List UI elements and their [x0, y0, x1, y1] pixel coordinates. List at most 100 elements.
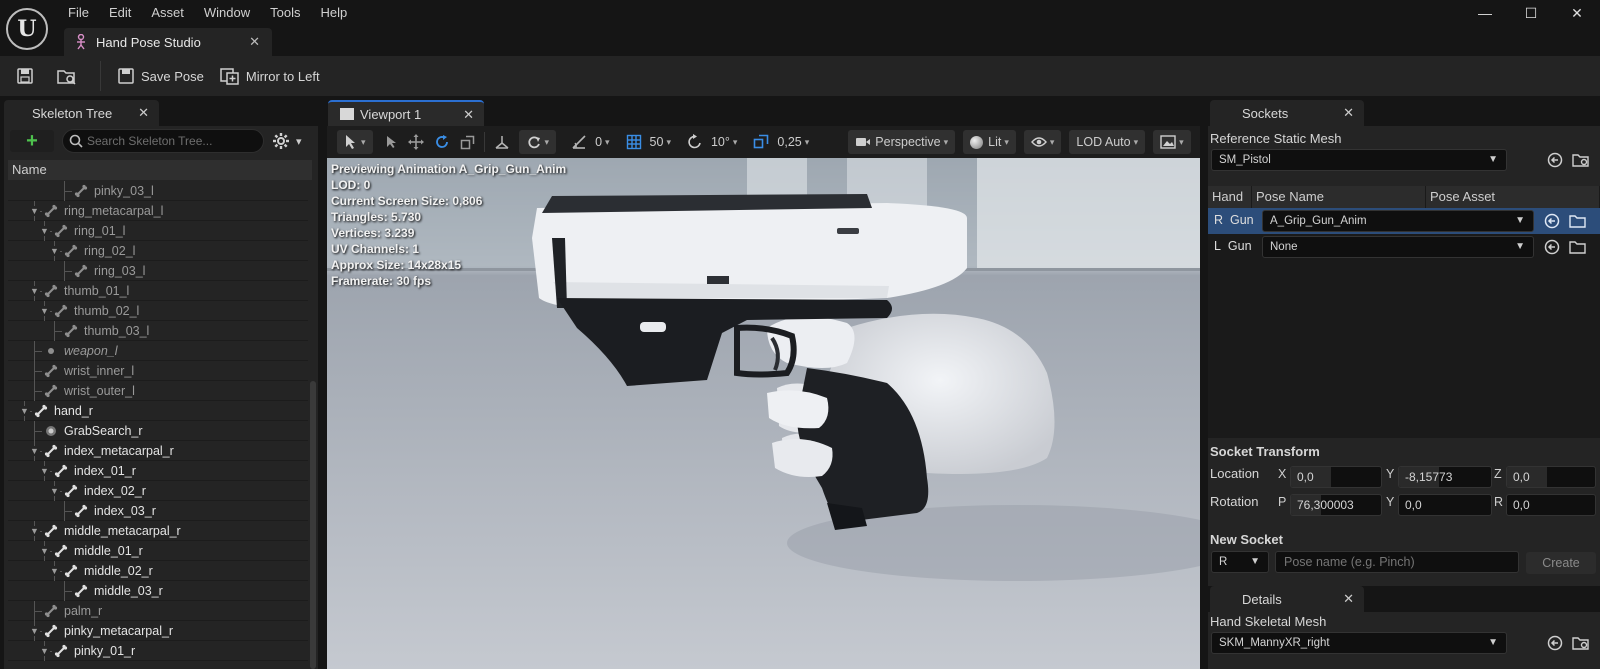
use-selected-asset-icon[interactable] — [1542, 211, 1562, 231]
skeleton-tree-item[interactable]: wrist_inner_l — [8, 361, 308, 381]
menu-window[interactable]: Window — [194, 3, 260, 23]
skeleton-tree-item[interactable]: GrabSearch_r — [8, 421, 308, 441]
tab-viewport[interactable]: Viewport 1 ✕ — [328, 100, 484, 126]
tab-skeleton-tree[interactable]: Skeleton Tree ✕ — [4, 100, 159, 126]
expand-caret-icon[interactable]: ▼ — [40, 645, 50, 656]
new-socket-name-input[interactable] — [1276, 552, 1518, 572]
hand-skeletal-mesh-combo[interactable]: SKM_MannyXR_right ▼ — [1211, 632, 1507, 654]
browse-asset-icon[interactable] — [1568, 211, 1588, 231]
skeleton-tree-item[interactable]: ▼ middle_02_r — [8, 561, 308, 581]
rotate-tool-icon[interactable] — [429, 130, 455, 154]
location-y-input[interactable]: -8,15773 — [1398, 466, 1492, 488]
show-flags-dropdown[interactable]: ▾ — [1023, 130, 1062, 154]
column-pose-name[interactable]: Pose Name — [1252, 186, 1426, 208]
perspective-dropdown[interactable]: Perspective ▾ — [848, 130, 956, 154]
scale-tool-icon[interactable] — [455, 130, 480, 154]
skeleton-tree-item[interactable]: ▼ thumb_01_l — [8, 281, 308, 301]
expand-caret-icon[interactable]: ▼ — [50, 245, 60, 256]
scale-snap-button[interactable]: 0,25 ▾ — [748, 130, 814, 154]
column-pose-asset[interactable]: Pose Asset — [1426, 186, 1600, 208]
rotation-snap-button[interactable]: 10° ▾ — [682, 130, 742, 154]
add-bone-button[interactable]: + — [10, 130, 54, 152]
skeleton-tree-item[interactable]: palm_r — [8, 601, 308, 621]
save-pose-button[interactable]: Save Pose — [109, 61, 212, 91]
menu-help[interactable]: Help — [310, 3, 357, 23]
skeleton-column-header[interactable]: Name — [8, 160, 312, 180]
skeleton-tree-item[interactable]: ▼ middle_metacarpal_r — [8, 521, 308, 541]
mirror-to-left-button[interactable]: Mirror to Left — [212, 61, 328, 91]
use-selected-asset-icon[interactable] — [1545, 150, 1565, 170]
expand-caret-icon[interactable]: ▼ — [30, 285, 40, 296]
rotation-p-input[interactable]: 76,300003 — [1290, 494, 1382, 516]
skeleton-tree-item[interactable]: ▼ middle_01_r — [8, 541, 308, 561]
skeleton-tree-item[interactable]: middle_03_r — [8, 581, 308, 601]
skeleton-tree-item[interactable]: weapon_l — [8, 341, 308, 361]
use-selected-asset-icon[interactable] — [1545, 633, 1565, 653]
menu-tools[interactable]: Tools — [260, 3, 310, 23]
lit-dropdown[interactable]: Lit ▾ — [963, 130, 1016, 154]
skeleton-settings-button[interactable]: ▾ — [272, 131, 312, 151]
close-icon[interactable]: ✕ — [249, 34, 260, 50]
skeleton-tree-item[interactable]: ▼ index_02_r — [8, 481, 308, 501]
close-icon[interactable]: ✕ — [1343, 105, 1354, 121]
use-selected-asset-icon[interactable] — [1542, 237, 1562, 257]
create-socket-button[interactable]: Create — [1526, 552, 1596, 574]
coordinate-space-icon[interactable] — [489, 130, 515, 154]
skeleton-tree-item[interactable]: ▼ ring_01_l — [8, 221, 308, 241]
skeleton-tree-item[interactable]: thumb_03_l — [8, 321, 308, 341]
expand-caret-icon[interactable]: ▼ — [40, 225, 50, 236]
menu-asset[interactable]: Asset — [141, 3, 194, 23]
location-x-input[interactable]: 0,0 — [1290, 466, 1382, 488]
window-close-icon[interactable]: ✕ — [1554, 0, 1600, 26]
expand-caret-icon[interactable]: ▼ — [50, 565, 60, 576]
menu-file[interactable]: File — [58, 3, 99, 23]
close-icon[interactable]: ✕ — [1343, 591, 1354, 607]
browse-asset-icon[interactable] — [1571, 150, 1591, 170]
new-socket-name-field[interactable] — [1275, 551, 1519, 573]
select-mode-button[interactable]: ▾ — [337, 130, 373, 154]
close-icon[interactable]: ✕ — [138, 105, 149, 121]
expand-caret-icon[interactable]: ▼ — [40, 305, 50, 316]
skeleton-tree-item[interactable]: ▼ thumb_02_l — [8, 301, 308, 321]
tab-sockets[interactable]: Sockets ✕ — [1210, 100, 1364, 126]
skeleton-tree-scrollbar[interactable] — [310, 381, 316, 669]
skeleton-tree-item[interactable]: ▼ hand_r — [8, 401, 308, 421]
skeleton-tree-item[interactable]: ▼ ring_02_l — [8, 241, 308, 261]
tab-details[interactable]: Details ✕ — [1210, 586, 1364, 612]
rotation-r-input[interactable]: 0,0 — [1506, 494, 1596, 516]
expand-caret-icon[interactable]: ▼ — [40, 465, 50, 476]
skeleton-search-input[interactable] — [87, 133, 257, 149]
expand-caret-icon[interactable]: ▼ — [30, 525, 40, 536]
skeleton-tree-item[interactable]: ▼ index_metacarpal_r — [8, 441, 308, 461]
skeleton-tree-item[interactable]: ▼ pinky_metacarpal_r — [8, 621, 308, 641]
save-icon[interactable] — [8, 61, 48, 91]
reference-static-mesh-combo[interactable]: SM_Pistol ▼ — [1211, 149, 1507, 171]
pose-asset-combo[interactable]: A_Grip_Gun_Anim ▼ — [1262, 210, 1534, 232]
expand-caret-icon[interactable]: ▼ — [30, 625, 40, 636]
select-tool-icon[interactable] — [381, 130, 403, 154]
close-icon[interactable]: ✕ — [463, 107, 474, 123]
skeleton-tree-item[interactable]: index_03_r — [8, 501, 308, 521]
maximize-icon[interactable]: ☐ — [1508, 0, 1554, 26]
menu-edit[interactable]: Edit — [99, 3, 141, 23]
translate-tool-icon[interactable] — [403, 130, 429, 154]
skeleton-tree-item[interactable]: ▼ ring_metacarpal_l — [8, 201, 308, 221]
location-z-input[interactable]: 0,0 — [1506, 466, 1596, 488]
skeleton-tree-item[interactable]: wrist_outer_l — [8, 381, 308, 401]
viewport-3d[interactable]: Previewing Animation A_Grip_Gun_Anim LOD… — [327, 158, 1200, 669]
unreal-logo-icon[interactable]: U — [6, 8, 48, 50]
pose-asset-combo[interactable]: None ▼ — [1262, 236, 1534, 258]
skeleton-tree-item[interactable]: ring_03_l — [8, 261, 308, 281]
rotation-y-input[interactable]: 0,0 — [1398, 494, 1492, 516]
browse-asset-icon[interactable] — [48, 61, 92, 91]
expand-caret-icon[interactable]: ▼ — [20, 405, 30, 416]
grid-snap-button[interactable]: 50 ▾ — [621, 130, 676, 154]
skeleton-tree-item[interactable]: ▼ pinky_01_r — [8, 641, 308, 661]
minimize-icon[interactable]: — — [1462, 0, 1508, 26]
lod-dropdown[interactable]: LOD Auto ▾ — [1069, 130, 1146, 154]
document-tab[interactable]: Hand Pose Studio ✕ — [64, 28, 272, 56]
skeleton-search-box[interactable] — [62, 129, 264, 153]
table-row[interactable]: L Gun None ▼ — [1208, 234, 1600, 260]
expand-caret-icon[interactable]: ▼ — [50, 485, 60, 496]
new-socket-hand-combo[interactable]: R ▼ — [1211, 551, 1269, 573]
